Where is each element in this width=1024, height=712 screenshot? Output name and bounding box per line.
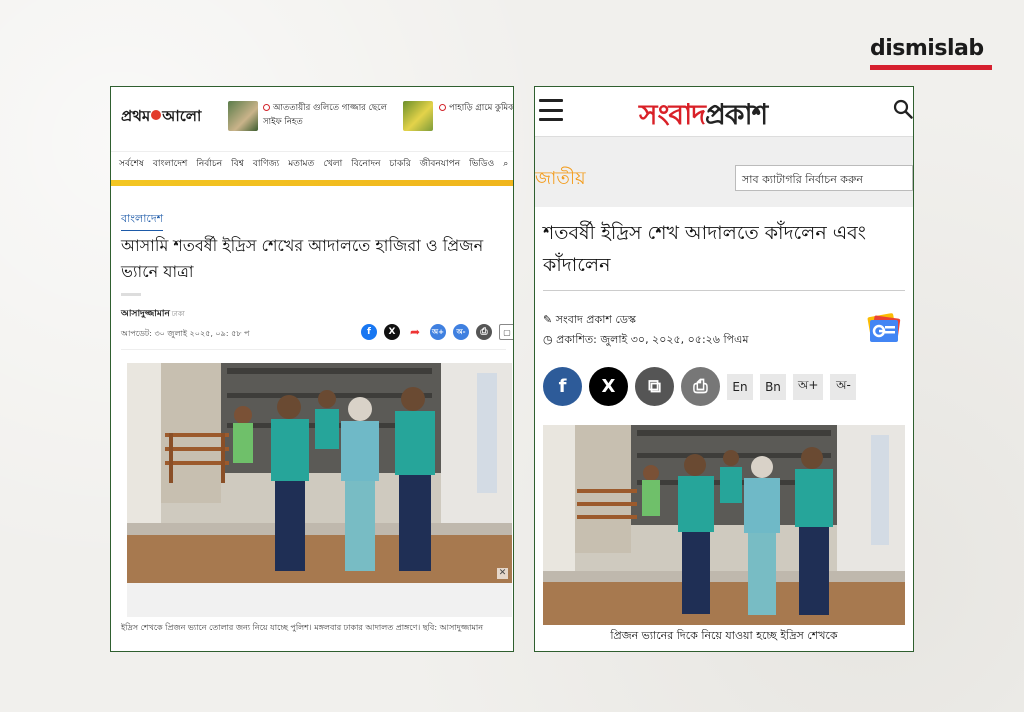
hamburger-menu-icon[interactable] <box>539 99 563 121</box>
photo-caption: ইদ্রিস শেখকে প্রিজন ভ্যানে তোলার জন্য নি… <box>121 623 484 632</box>
published-text: প্রকাশিত: জুলাই ৩০, ২০২৫, ০৫:২৬ পিএম <box>556 333 749 346</box>
header-news-thumb[interactable] <box>228 101 258 131</box>
live-icon <box>439 104 446 111</box>
pa-logo-part1: প্রথম <box>121 107 151 125</box>
nav-item[interactable]: নির্বাচন <box>196 156 222 171</box>
updated-time: আপডেট: ৩০ জুলাই ২০২৫, ০৯: ৫৮ প <box>121 329 250 338</box>
font-decrease-button[interactable]: অ- <box>453 324 469 340</box>
pa-logo-part2: আলো <box>162 107 202 125</box>
facebook-icon[interactable]: f <box>361 324 377 340</box>
pa-header: প্রথম আলো আততায়ীর গুলিতে গাজ্জার ছেলে সা… <box>111 87 513 143</box>
nav-item[interactable]: জীবনযাপন <box>420 156 460 171</box>
header-news-item[interactable]: আততায়ীর গুলিতে গাজ্জার ছেলে সাইফ নিহত <box>263 101 393 129</box>
nav-item[interactable]: চাকরি <box>390 156 411 171</box>
facebook-icon[interactable]: f <box>543 367 582 406</box>
close-icon[interactable]: ✕ <box>497 568 508 579</box>
divider <box>121 293 141 296</box>
lang-bangla-button[interactable]: Bn <box>760 373 786 400</box>
pa-logo-sun-icon <box>151 110 162 120</box>
subcategory-select[interactable]: সাব ক্যাটাগরি নির্বাচন করুন <box>735 165 913 191</box>
header-news-thumb[interactable] <box>403 101 433 131</box>
author-location: ঢাকা <box>171 310 185 318</box>
photo-band <box>127 583 512 617</box>
pencil-icon: ✎ <box>543 313 553 326</box>
share-bar: f X ⧉ ⎙ En Bn অ+ অ- <box>543 367 857 406</box>
article-photo: ✕ <box>127 363 512 583</box>
article-title: শতবর্ষী ইদ্রিস শেখ আদালতে কাঁদলেন এবং কা… <box>543 222 866 276</box>
print-icon[interactable]: ⎙ <box>681 367 720 406</box>
dismislab-logo: dismislab <box>870 36 994 70</box>
police-escort-photo <box>127 363 512 583</box>
font-decrease-button[interactable]: অ- <box>830 373 857 400</box>
sp-header: সংবাদপ্রকাশ <box>535 87 913 140</box>
author[interactable]: ✎ সংবাদ প্রকাশ ডেস্ক <box>543 311 636 330</box>
author-name: সংবাদ প্রকাশ ডেস্ক <box>555 313 636 326</box>
category-title[interactable]: জাতীয় <box>535 164 586 195</box>
header-news-text: আততায়ীর গুলিতে গাজ্জার ছেলে সাইফ নিহত <box>263 103 387 127</box>
nav-item[interactable]: বাণিজ্য <box>253 156 279 171</box>
share-bar: f X ➦ অ+ অ- ⎙ ▢ <box>361 324 513 340</box>
sp-logo-part2: প্রকাশ <box>704 98 768 131</box>
font-increase-button[interactable]: অ+ <box>430 324 446 340</box>
share-icon[interactable]: ➦ <box>407 324 423 340</box>
sp-logo[interactable]: সংবাদপ্রকাশ <box>639 93 768 140</box>
nav-item[interactable]: খেলা <box>323 156 342 171</box>
clock-icon: ◷ <box>543 333 553 346</box>
bookmark-icon[interactable]: ▢ <box>499 324 513 340</box>
print-icon[interactable]: ⎙ <box>476 324 492 340</box>
lang-english-button[interactable]: En <box>727 373 753 400</box>
pa-logo[interactable]: প্রথম আলো <box>121 105 201 130</box>
sp-logo-part1: সংবাদ <box>639 98 706 131</box>
google-news-icon[interactable] <box>865 313 903 345</box>
article-title: আসামি শতবর্ষী ইদ্রিস শেখের আদালতে হাজিরা… <box>121 236 484 281</box>
brand-name: dismislab <box>870 36 984 61</box>
nav-item[interactable]: বিনোদন <box>351 156 380 171</box>
article-photo <box>543 425 905 625</box>
font-increase-button[interactable]: অ+ <box>793 373 824 400</box>
nav-item[interactable]: মতামত <box>288 156 314 171</box>
header-news-text: পাহাড়ি গ্রামে কুমিকাড়া <box>449 103 513 113</box>
police-escort-photo <box>543 425 905 625</box>
nav-item[interactable]: বিশ্ব <box>231 156 244 171</box>
divider <box>543 290 905 291</box>
x-twitter-icon[interactable]: X <box>589 367 628 406</box>
x-twitter-icon[interactable]: X <box>384 324 400 340</box>
nav-item[interactable]: বাংলাদেশ <box>153 156 187 171</box>
prothom-alo-screenshot: প্রথম আলো আততায়ীর গুলিতে গাজ্জার ছেলে সা… <box>110 86 514 652</box>
category-link[interactable]: বাংলাদেশ <box>121 210 164 231</box>
brand-underline <box>870 65 992 70</box>
search-icon[interactable] <box>893 99 913 119</box>
live-icon <box>263 104 270 111</box>
published-time: ◷ প্রকাশিত: জুলাই ৩০, ২০২৫, ০৫:২৬ পিএম <box>543 331 749 350</box>
copy-link-icon[interactable]: ⧉ <box>635 367 674 406</box>
pa-accent-bar <box>111 180 513 186</box>
nav-item[interactable]: ভিডিও <box>469 156 494 171</box>
divider <box>121 349 506 350</box>
nav-item[interactable]: সর্বশেষ <box>119 156 144 171</box>
header-news-item[interactable]: পাহাড়ি গ্রামে কুমিকাড়া <box>439 101 513 115</box>
pa-nav: সর্বশেষ বাংলাদেশ নির্বাচন বিশ্ব বাণিজ্য … <box>111 151 513 175</box>
sangbad-prokash-screenshot: সংবাদপ্রকাশ জাতীয় সাব ক্যাটাগরি নির্বাচ… <box>534 86 914 652</box>
photo-caption: প্রিজন ভ্যানের দিকে নিয়ে যাওয়া হচ্ছে ই… <box>610 629 838 642</box>
search-icon[interactable]: ⌕ <box>503 159 508 169</box>
author[interactable]: আসাদুজ্জামান ঢাকা <box>121 306 185 321</box>
author-name: আসাদুজ্জামান <box>121 309 170 319</box>
